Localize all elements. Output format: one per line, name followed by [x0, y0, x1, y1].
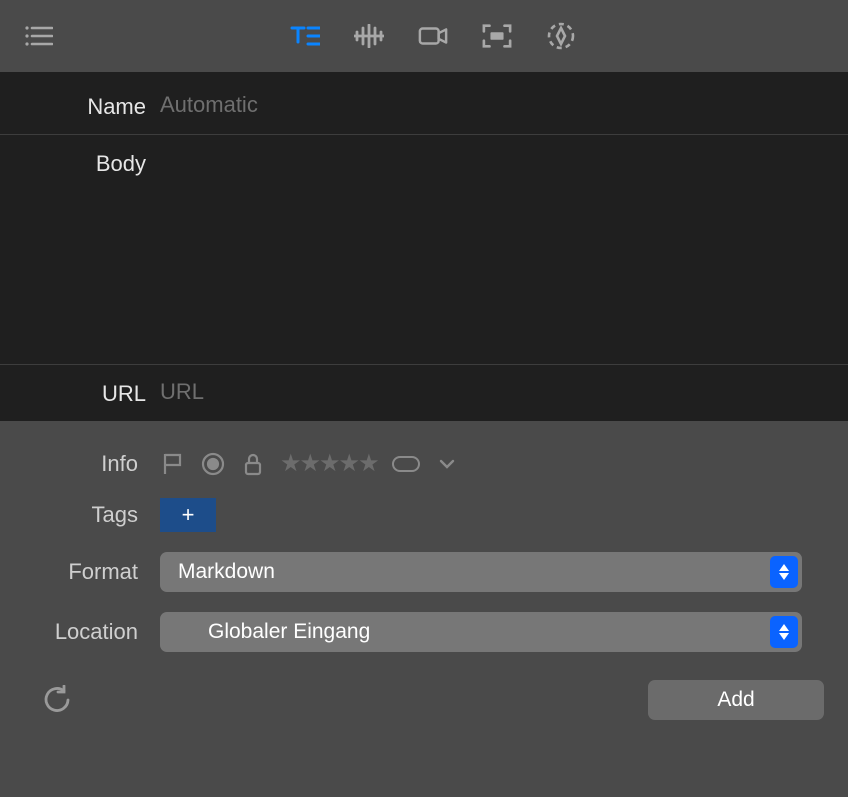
capture-mode-icon[interactable]	[482, 21, 512, 51]
add-button[interactable]: Add	[648, 680, 824, 720]
chevron-down-icon[interactable]	[434, 451, 460, 477]
body-row: Body	[0, 134, 848, 364]
label-pill[interactable]	[392, 456, 420, 472]
audio-mode-icon[interactable]	[354, 21, 384, 51]
location-row: Location Globaler Eingang	[0, 602, 848, 662]
info-row: Info ★★★★★	[0, 439, 848, 488]
flag-icon[interactable]	[160, 451, 186, 477]
location-value: Globaler Eingang	[208, 620, 370, 644]
name-input[interactable]: Automatic	[160, 92, 848, 118]
video-mode-icon[interactable]	[418, 21, 448, 51]
record-icon[interactable]	[200, 451, 226, 477]
name-row: Name Automatic	[0, 72, 848, 134]
text-mode-icon[interactable]	[290, 21, 320, 51]
body-label: Body	[0, 149, 160, 177]
format-value: Markdown	[178, 560, 275, 584]
input-panel: Name Automatic Body URL URL	[0, 72, 848, 421]
location-select[interactable]: Globaler Eingang	[160, 612, 802, 652]
info-label: Info	[0, 451, 160, 477]
url-row: URL URL	[0, 364, 848, 421]
location-label: Location	[0, 619, 160, 645]
bottom-bar: Add	[0, 662, 848, 738]
name-label: Name	[0, 92, 160, 120]
select-caret-icon	[770, 556, 798, 588]
compass-icon[interactable]	[546, 21, 576, 51]
lock-icon[interactable]	[240, 451, 266, 477]
toolbar	[0, 0, 848, 72]
format-select[interactable]: Markdown	[160, 552, 802, 592]
list-icon[interactable]	[24, 21, 54, 51]
footer-panel: Info ★★★★★ Tags + Format Ma	[0, 421, 848, 738]
refresh-icon[interactable]	[40, 683, 74, 717]
url-input[interactable]: URL	[160, 379, 848, 405]
select-caret-icon	[770, 616, 798, 648]
format-label: Format	[0, 559, 160, 585]
add-tag-button[interactable]: +	[160, 498, 216, 532]
tags-label: Tags	[0, 502, 160, 528]
tags-row: Tags +	[0, 488, 848, 542]
format-row: Format Markdown	[0, 542, 848, 602]
rating-stars[interactable]: ★★★★★	[280, 449, 378, 478]
url-label: URL	[0, 379, 160, 407]
